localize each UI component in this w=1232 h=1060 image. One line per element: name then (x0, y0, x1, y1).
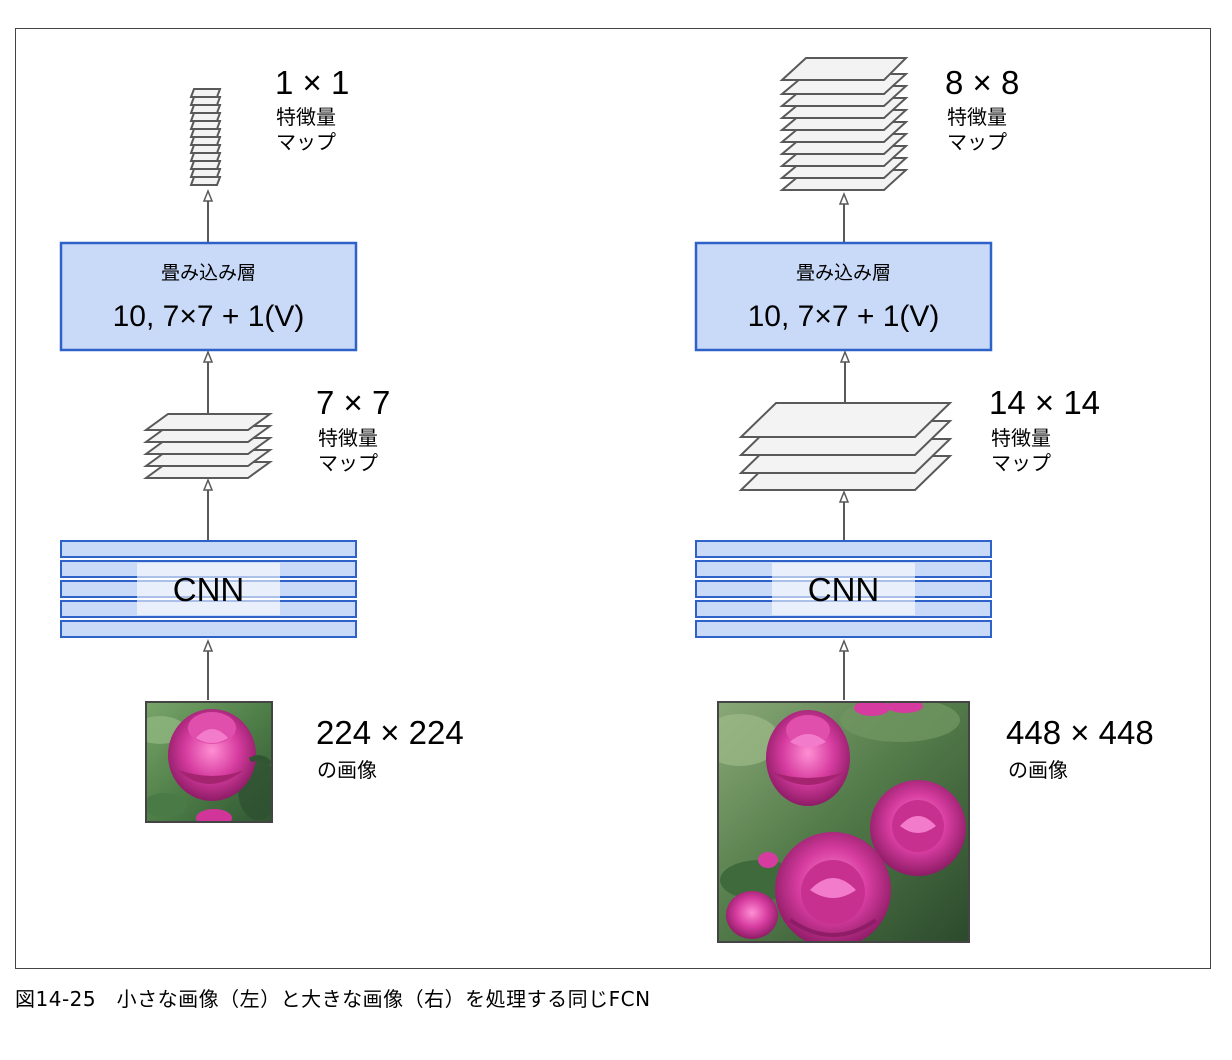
right-arrow-cnn-to-mid (838, 489, 850, 540)
left-conv-formula: 10, 7×7 + 1(V) (112, 300, 305, 333)
right-top-map-size: 8 × 8 (945, 64, 1020, 101)
left-mid-feature-map-stack (142, 413, 274, 479)
right-conv-layer-box (694, 241, 993, 352)
left-top-map-label-1: 特徴量 (276, 105, 336, 129)
left-mid-map-label-1: 特徴量 (318, 426, 378, 450)
fcn-diagram (59, 57, 993, 943)
right-top-feature-map-stack (779, 57, 909, 191)
figure-caption: 図14-25 小さな画像（左）と大きな画像（右）を処理する同じFCN (15, 987, 651, 1011)
right-cnn-label: CNN (807, 571, 880, 608)
left-top-map-label-2: マップ (276, 130, 336, 154)
left-image-label: の画像 (317, 758, 377, 782)
left-mid-map-label-2: マップ (318, 451, 378, 475)
right-image-label: の画像 (1008, 758, 1068, 782)
right-conv-formula: 10, 7×7 + 1(V) (747, 300, 940, 333)
left-conv-layer-box (59, 241, 358, 352)
left-top-map-size: 1 × 1 (275, 64, 350, 101)
left-cnn-label: CNN (172, 571, 245, 608)
left-conv-title: 畳み込み層 (160, 262, 256, 284)
left-arrow-mid-to-conv (202, 349, 214, 414)
right-mid-map-label-1: 特徴量 (991, 426, 1051, 450)
right-top-map-label-1: 特徴量 (947, 105, 1007, 129)
left-arrow-conv-to-top (202, 188, 214, 242)
left-image-size: 224 × 224 (316, 714, 464, 751)
right-rose-image (717, 701, 970, 943)
left-mid-map-size: 7 × 7 (316, 384, 391, 421)
left-top-feature-map-stack (189, 88, 222, 186)
left-rose-image (145, 701, 273, 823)
right-arrow-image-to-cnn (838, 638, 850, 700)
right-mid-map-label-2: マップ (991, 451, 1051, 475)
left-arrow-cnn-to-mid (202, 477, 214, 540)
left-arrow-image-to-cnn (202, 638, 214, 700)
right-mid-feature-map-stack (738, 402, 953, 491)
right-arrow-mid-to-conv (839, 349, 851, 403)
right-conv-title: 畳み込み層 (795, 262, 891, 284)
right-arrow-conv-to-top (838, 191, 850, 242)
right-image-size: 448 × 448 (1006, 714, 1154, 751)
right-mid-map-size: 14 × 14 (989, 384, 1101, 421)
right-top-map-label-2: マップ (947, 130, 1007, 154)
